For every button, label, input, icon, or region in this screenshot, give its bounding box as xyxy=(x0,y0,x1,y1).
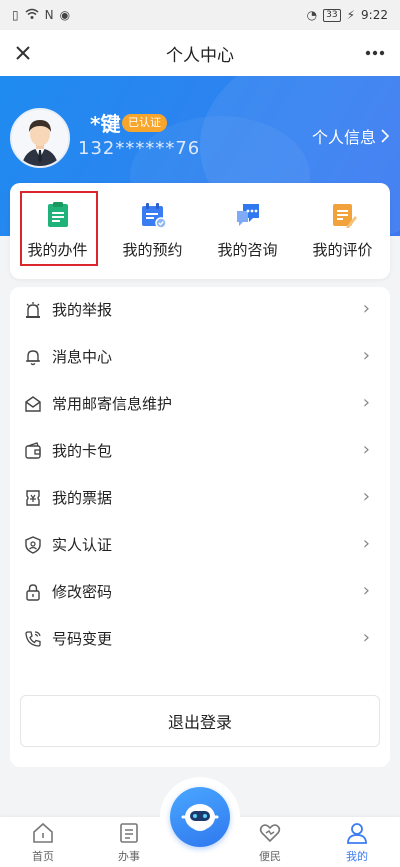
chevron-right-icon xyxy=(381,129,390,143)
close-icon xyxy=(16,46,30,60)
assistant-robot-button[interactable] xyxy=(170,787,230,847)
chevron-right-icon: › xyxy=(362,533,370,554)
quick-action-label: 我的办件 xyxy=(27,241,88,259)
battery-indicator: 33 xyxy=(323,8,341,22)
tab-services[interactable]: 办事 xyxy=(99,817,159,867)
menu-item-label: 号码变更 xyxy=(52,630,113,648)
menu-item-label: 消息中心 xyxy=(52,348,113,366)
menu-item-mailing-info[interactable]: 常用邮寄信息维护 › xyxy=(10,381,390,427)
chevron-right-icon: › xyxy=(362,439,370,460)
tasks-icon xyxy=(120,823,138,843)
menu-item-label: 我的举报 xyxy=(52,301,113,319)
chevron-right-icon: › xyxy=(362,298,370,319)
bell-icon xyxy=(26,350,40,366)
chevron-right-icon: › xyxy=(362,580,370,601)
quick-action-my-cases[interactable]: 我的办件 xyxy=(10,183,105,279)
shield-icon xyxy=(25,536,41,554)
menu-item-wallet[interactable]: 我的卡包 › xyxy=(10,428,390,474)
status-left: ▯ N ◉ xyxy=(12,8,70,23)
calendar-icon xyxy=(141,203,167,229)
logout-button[interactable]: 退出登录 xyxy=(20,695,380,747)
user-name: *键 xyxy=(90,112,121,136)
quick-action-label: 我的咨询 xyxy=(217,241,278,259)
chevron-right-icon: › xyxy=(362,486,370,507)
user-avatar-icon xyxy=(12,110,68,166)
charging-icon: ⚡ xyxy=(346,8,356,22)
rating-icon xyxy=(332,204,357,228)
wifi-icon xyxy=(25,8,39,23)
tab-label: 办事 xyxy=(118,850,140,863)
tab-label: 我的 xyxy=(346,850,368,863)
quick-action-my-inquiries[interactable]: 我的咨询 xyxy=(200,183,295,279)
profile-info-label: 个人信息 xyxy=(311,128,376,147)
phone-icon xyxy=(25,631,41,647)
menu-item-label: 常用邮寄信息维护 xyxy=(52,395,173,413)
quick-action-label: 我的预约 xyxy=(122,241,183,259)
lock-icon xyxy=(26,584,40,601)
menu-item-real-name-auth[interactable]: 实人认证 › xyxy=(10,522,390,568)
user-icon xyxy=(347,823,367,844)
robot-icon xyxy=(181,804,219,831)
document-icon xyxy=(47,202,68,227)
chevron-right-icon: › xyxy=(362,627,370,648)
tab-mine[interactable]: 我的 xyxy=(327,817,387,867)
chevron-right-icon: › xyxy=(362,392,370,413)
app-notification-icon: ◉ xyxy=(59,8,71,22)
verified-badge: 已认证 xyxy=(122,114,167,132)
page-title: 个人中心 xyxy=(166,45,234,66)
menu-item-my-reports[interactable]: 我的举报 › xyxy=(10,287,390,333)
report-icon xyxy=(26,302,40,318)
quick-actions-card: 我的办件 我的预约 我的咨询 我的评价 xyxy=(10,183,390,279)
menu-item-messages[interactable]: 消息中心 › xyxy=(10,334,390,380)
tab-label: 首页 xyxy=(32,850,54,863)
quick-action-my-reviews[interactable]: 我的评价 xyxy=(295,183,390,279)
more-icon xyxy=(365,50,385,56)
mail-icon xyxy=(25,396,41,412)
profile-info-link[interactable]: 个人信息 xyxy=(312,124,390,148)
status-time: 9:22 xyxy=(361,8,388,22)
menu-item-change-password[interactable]: 修改密码 › xyxy=(10,569,390,615)
title-bar: 个人中心 xyxy=(0,30,400,76)
close-button[interactable] xyxy=(8,38,38,68)
home-icon xyxy=(33,822,53,843)
speed-icon: ◔ xyxy=(306,8,318,22)
menu-item-label: 实人认证 xyxy=(52,536,113,554)
heart-icon xyxy=(259,824,281,843)
quick-action-label: 我的评价 xyxy=(312,241,373,259)
wallet-icon xyxy=(25,442,41,459)
ticket-icon xyxy=(26,490,40,506)
chevron-right-icon: › xyxy=(362,345,370,366)
tab-convenience[interactable]: 便民 xyxy=(240,817,300,867)
chat-icon xyxy=(236,204,259,226)
menu-item-change-number[interactable]: 号码变更 › xyxy=(10,616,390,662)
nfc-icon: N xyxy=(44,8,54,22)
sim-icon: ▯ xyxy=(12,8,19,22)
user-phone: 132******76 xyxy=(78,138,201,159)
menu-item-label: 修改密码 xyxy=(52,583,113,601)
more-button[interactable] xyxy=(360,38,390,68)
menu-item-receipts[interactable]: 我的票据 › xyxy=(10,475,390,521)
menu-item-label: 我的票据 xyxy=(52,489,113,507)
avatar[interactable] xyxy=(10,108,70,168)
status-right: ◔ 33 ⚡ 9:22 xyxy=(307,8,388,22)
quick-action-my-appointments[interactable]: 我的预约 xyxy=(105,183,200,279)
tab-label: 便民 xyxy=(259,850,281,863)
tab-home[interactable]: 首页 xyxy=(13,817,73,867)
menu-item-label: 我的卡包 xyxy=(52,442,113,460)
status-bar: ▯ N ◉ ◔ 33 ⚡ 9:22 xyxy=(0,0,400,30)
